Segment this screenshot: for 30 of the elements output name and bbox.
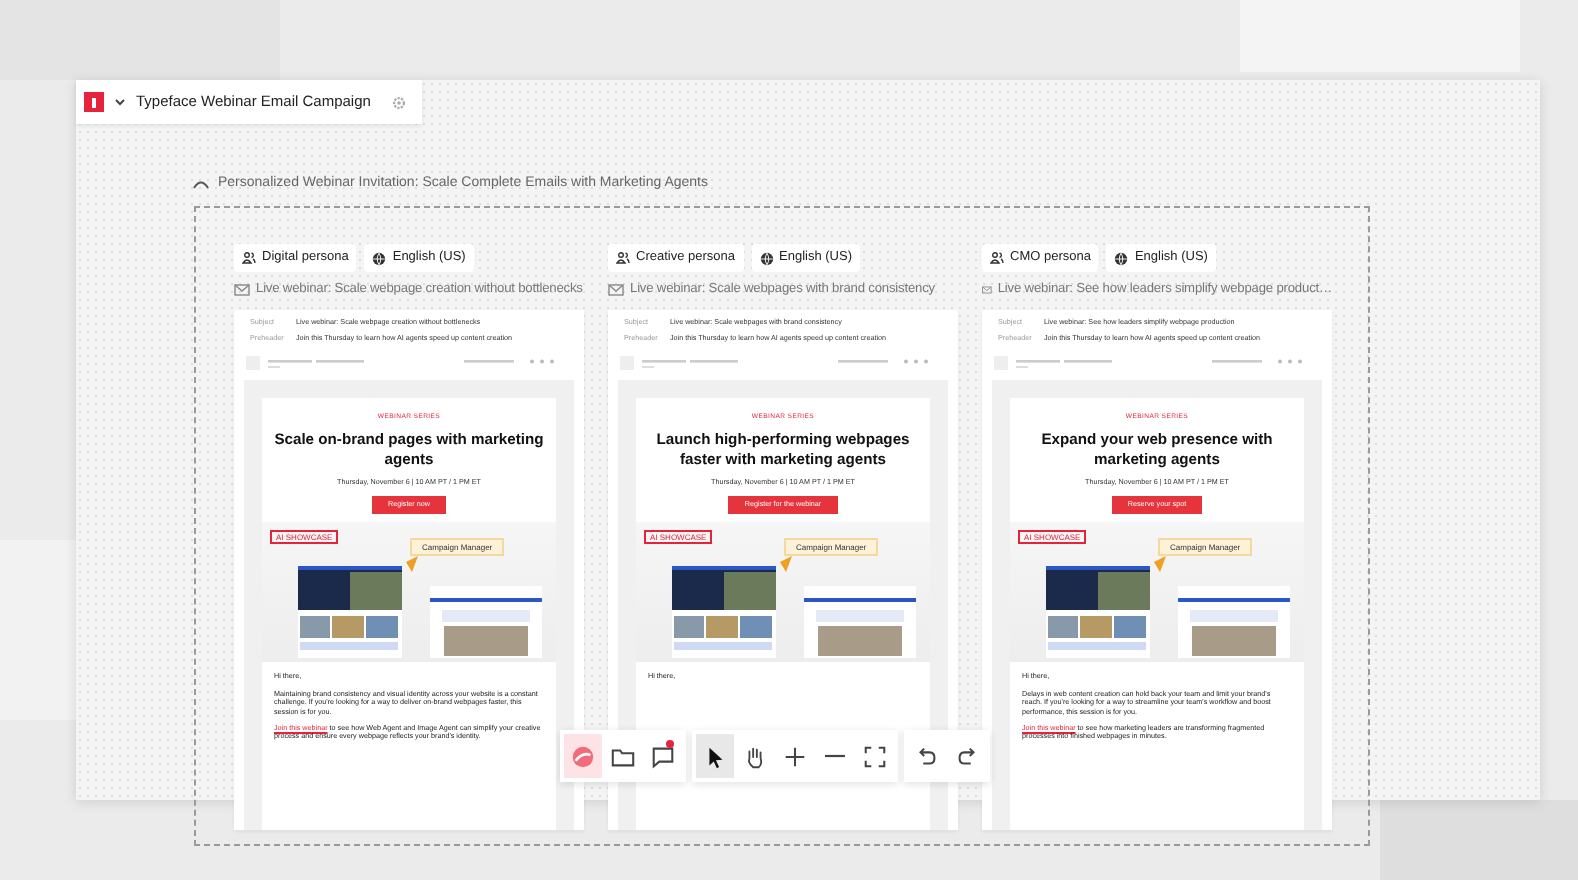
mail-icon: [608, 284, 624, 296]
pointer-arrow-icon: [780, 556, 792, 573]
blog-page-mockup: [430, 586, 542, 659]
zoom-in-icon: [782, 743, 808, 769]
globe-icon: [759, 251, 773, 265]
people-icon: [242, 252, 256, 264]
blog-page-mockup: [804, 586, 916, 659]
logo-icon: [84, 92, 104, 112]
mail-icon: [982, 284, 992, 296]
redo-icon: [954, 743, 980, 769]
logo-icon: [570, 743, 596, 769]
pointer-tool-button[interactable]: [696, 734, 734, 778]
undo-icon: [914, 743, 940, 769]
hand-icon: [742, 743, 768, 769]
globe-icon: [1114, 251, 1129, 265]
people-icon: [990, 252, 1004, 264]
pointer-arrow-icon: [1154, 556, 1166, 573]
blog-page-mockup: [1178, 586, 1290, 659]
landing-page-mockup: [1046, 566, 1150, 659]
landing-page-mockup: [298, 566, 402, 659]
comment-icon: [650, 743, 676, 769]
folder-icon: [610, 743, 636, 769]
caret-icon: [114, 96, 126, 108]
people-icon: [616, 252, 630, 264]
pointer-arrow-icon: [406, 556, 418, 573]
globe-icon: [372, 251, 387, 265]
landing-page-mockup: [672, 566, 776, 659]
mail-icon: [234, 284, 250, 296]
fit-icon: [862, 743, 888, 769]
chevron-icon[interactable]: [192, 178, 210, 191]
